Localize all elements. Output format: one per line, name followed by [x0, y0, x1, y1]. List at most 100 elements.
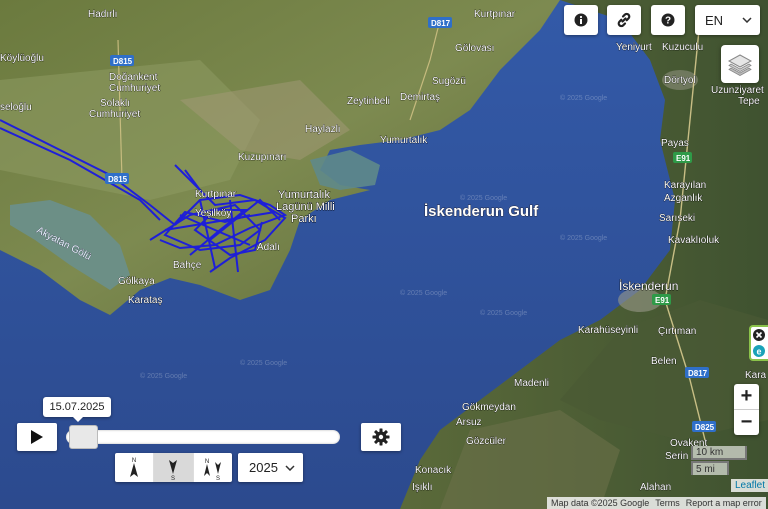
year-select[interactable]: 2025	[238, 453, 303, 482]
south-arrow-icon: S	[169, 459, 178, 480]
layers-icon	[727, 54, 753, 76]
place-cirtiman: Çırtıman	[658, 326, 696, 337]
svg-text:D815: D815	[113, 57, 133, 66]
place-kara: Kara	[745, 370, 767, 381]
svg-text:?: ?	[665, 16, 671, 27]
orientation-group: N S N S	[115, 453, 232, 482]
place-gozculer: Gözcüler	[466, 436, 507, 447]
place-sariseki: Sarıseki	[659, 213, 695, 224]
place-hadirli: Hadırlı	[88, 9, 117, 20]
place-yeniyurt: Yeniyurt	[616, 42, 652, 53]
place-kuzupinari: Kuzupınarı	[238, 152, 286, 163]
svg-text:S: S	[171, 476, 175, 480]
scale-mi: 5 mi	[691, 461, 729, 475]
timeline-slider[interactable]	[66, 430, 340, 444]
svg-text:E91: E91	[676, 154, 691, 163]
date-tooltip: 15.07.2025	[43, 397, 111, 422]
gear-icon	[372, 428, 390, 446]
play-icon	[31, 430, 43, 444]
place-isikli: Işıklı	[412, 482, 433, 493]
watermark: © 2025 Google	[560, 94, 607, 102]
watermark: © 2025 Google	[140, 372, 187, 380]
place-karayilan: Karayılan	[664, 180, 706, 191]
layers-control[interactable]	[721, 45, 759, 83]
help-button[interactable]: ?	[651, 5, 685, 35]
place-cumhuriyet-1: Cumhuriyet	[109, 83, 160, 94]
google-attribution: Map data ©2025 Google Terms Report a map…	[547, 497, 766, 509]
north-south-icon: N S	[203, 459, 221, 480]
zoom-out-button[interactable]: −	[734, 410, 759, 435]
place-sugozu: Sugözü	[432, 76, 466, 87]
place-adali: Adalı	[257, 242, 280, 253]
place-golovasi: Gölovası	[455, 43, 494, 54]
place-haylazli: Haylazlı	[305, 124, 341, 135]
place-kuzuculu: Kuzuculu	[662, 42, 703, 53]
north-arrow-icon: N	[130, 458, 139, 477]
north-up-button[interactable]: N	[115, 453, 155, 482]
leaflet-link[interactable]: Leaflet	[731, 479, 768, 492]
road-shield-d815-b: D815	[105, 173, 129, 184]
terms-link[interactable]: Terms	[655, 498, 680, 508]
place-karatas: Karataş	[128, 295, 162, 306]
place-madenli: Madenli	[514, 378, 549, 389]
place-belen: Belen	[651, 356, 677, 367]
place-konacik: Konacık	[415, 465, 452, 476]
place-kurtpinar-2: Kurtpınar	[195, 189, 237, 200]
svg-text:S: S	[216, 476, 220, 480]
place-demirtas: Demirtaş	[400, 92, 440, 103]
place-gokmeydan: Gökmeydan	[462, 402, 516, 413]
road-shield-e91-b: E91	[652, 294, 671, 305]
place-alahan: Alahan	[640, 482, 671, 493]
park-label-1: Yumurtalık	[278, 189, 330, 201]
place-arsuz: Arsuz	[456, 417, 482, 428]
close-icon: e	[753, 329, 765, 357]
road-shield-d817-top: D817	[428, 17, 452, 28]
place-dortyol: Dörtyol	[664, 75, 696, 86]
zoom-control: + −	[734, 384, 759, 435]
watermark: © 2025 Google	[480, 309, 527, 317]
place-yesilkoy: Yeşilköy	[195, 208, 231, 219]
info-button[interactable]	[564, 5, 598, 35]
road-shield-d815-a: D815	[110, 55, 134, 66]
place-koyluoglu: Köylüoğlu	[0, 53, 44, 64]
road-shield-d817-b: D817	[685, 367, 709, 378]
language-select[interactable]: EN	[695, 5, 760, 35]
place-dogankent: Doğankent	[109, 72, 158, 83]
place-tepe: Tepe	[738, 96, 760, 107]
both-directions-button[interactable]: N S	[194, 453, 232, 482]
place-solakli: Solaklı	[100, 98, 130, 109]
south-up-button[interactable]: S	[154, 453, 194, 482]
place-uzunziyaret: Uzunziyaret	[711, 85, 764, 96]
side-panel-toggle[interactable]: e	[749, 325, 768, 361]
svg-text:e: e	[756, 347, 761, 357]
map-data-text: Map data ©2025 Google	[551, 498, 650, 508]
park-label-3: Parkı	[291, 213, 317, 225]
svg-text:D817: D817	[688, 369, 708, 378]
place-kavaklioluk: Kavaklıoluk	[668, 235, 720, 246]
watermark: © 2025 Google	[460, 194, 507, 202]
road-shield-e91-a: E91	[673, 152, 692, 163]
play-button[interactable]	[17, 423, 57, 451]
help-icon: ?	[661, 13, 675, 27]
watermark: © 2025 Google	[560, 234, 607, 242]
svg-text:D817: D817	[431, 19, 451, 28]
watermark: © 2025 Google	[400, 289, 447, 297]
place-kurtpinar: Kurtpınar	[474, 9, 516, 20]
road-shield-d825: D825	[692, 421, 716, 432]
svg-text:E91: E91	[655, 296, 670, 305]
svg-text:D815: D815	[108, 175, 128, 184]
chevron-down-icon	[285, 464, 295, 471]
zoom-in-button[interactable]: +	[734, 384, 759, 410]
place-zeytinbeli: Zeytinbeli	[347, 96, 390, 107]
place-karahuseyinli: Karahüseyinli	[578, 325, 638, 336]
report-link[interactable]: Report a map error	[686, 498, 762, 508]
watermark: © 2025 Google	[240, 359, 287, 367]
place-cumhuriyet-2: Cumhuriyet	[89, 109, 140, 120]
place-yumurtalik: Yumurtalık	[380, 135, 428, 146]
timeline-slider-handle[interactable]	[68, 425, 98, 449]
settings-button[interactable]	[361, 423, 401, 451]
place-iskenderun: İskenderun	[619, 279, 678, 293]
link-button[interactable]	[607, 5, 641, 35]
gulf-label: İskenderun Gulf	[424, 203, 539, 220]
year-value: 2025	[249, 460, 278, 475]
